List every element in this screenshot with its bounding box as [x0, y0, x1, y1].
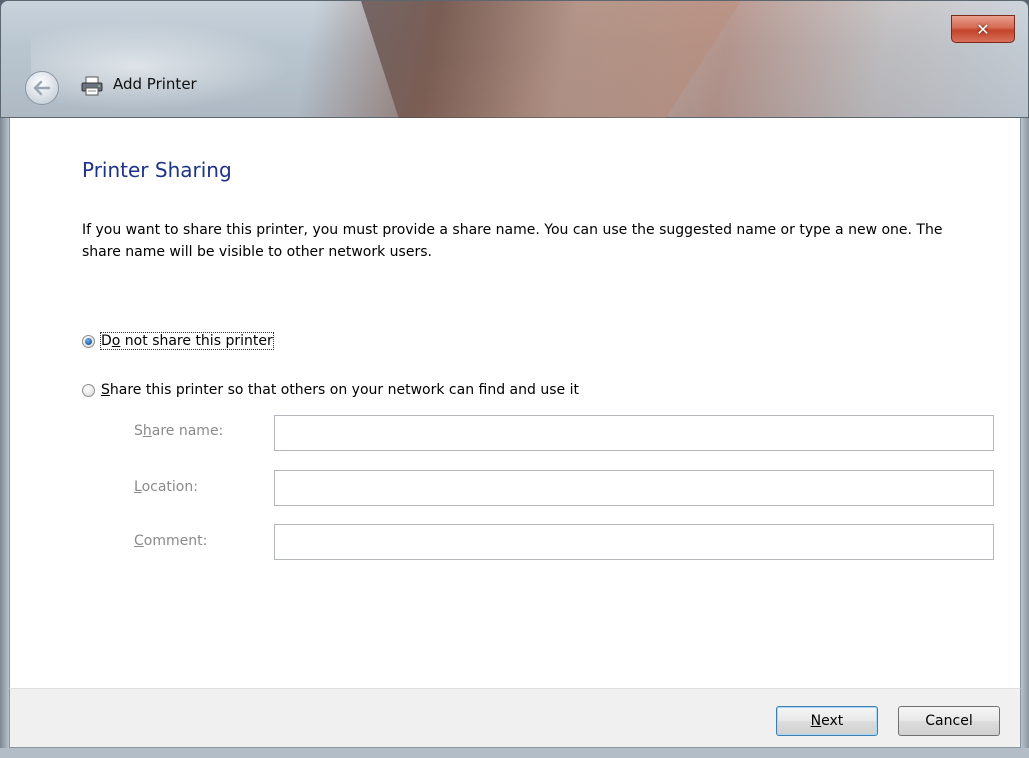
next-button[interactable]: Next	[776, 706, 878, 736]
wizard-footer: Next Cancel	[9, 688, 1021, 748]
share-name-label: Share name:	[134, 423, 224, 439]
radio-do-not-share[interactable]: Do not share this printer	[82, 332, 274, 350]
glass-highlight	[31, 21, 291, 111]
radio-share-printer[interactable]: Share this printer so that others on you…	[82, 382, 579, 398]
comment-label: Comment:	[134, 533, 208, 549]
radio-share-printer-label: Share this printer so that others on you…	[101, 382, 579, 398]
radio-button-checked[interactable]	[82, 334, 95, 348]
share-name-input[interactable]	[274, 415, 994, 451]
comment-input[interactable]	[274, 524, 994, 560]
description-text: If you want to share this printer, you m…	[82, 222, 943, 260]
cancel-button[interactable]: Cancel	[898, 706, 1000, 736]
back-arrow-icon	[33, 80, 51, 96]
window-bottom-border	[0, 748, 1029, 758]
page-title: Printer Sharing	[82, 158, 232, 182]
window-right-border	[1021, 118, 1029, 758]
wizard-content: Printer Sharing If you want to share thi…	[9, 118, 1021, 688]
close-icon: ✕	[976, 19, 990, 39]
location-label: Location:	[134, 479, 198, 495]
radio-do-not-share-label: Do not share this printer	[100, 332, 274, 350]
close-button[interactable]: ✕	[951, 15, 1015, 43]
radio-button-unchecked[interactable]	[82, 383, 95, 397]
title-bar[interactable]: ✕ Add Printer	[0, 0, 1029, 119]
glass-background	[361, 1, 741, 119]
printer-icon	[81, 76, 103, 96]
back-button[interactable]	[25, 71, 59, 105]
add-printer-window: ✕ Add Printer Printer Sharing If you wan…	[0, 0, 1029, 758]
window-left-border	[0, 118, 9, 758]
window-title: Add Printer	[113, 75, 197, 93]
location-input[interactable]	[274, 470, 994, 506]
